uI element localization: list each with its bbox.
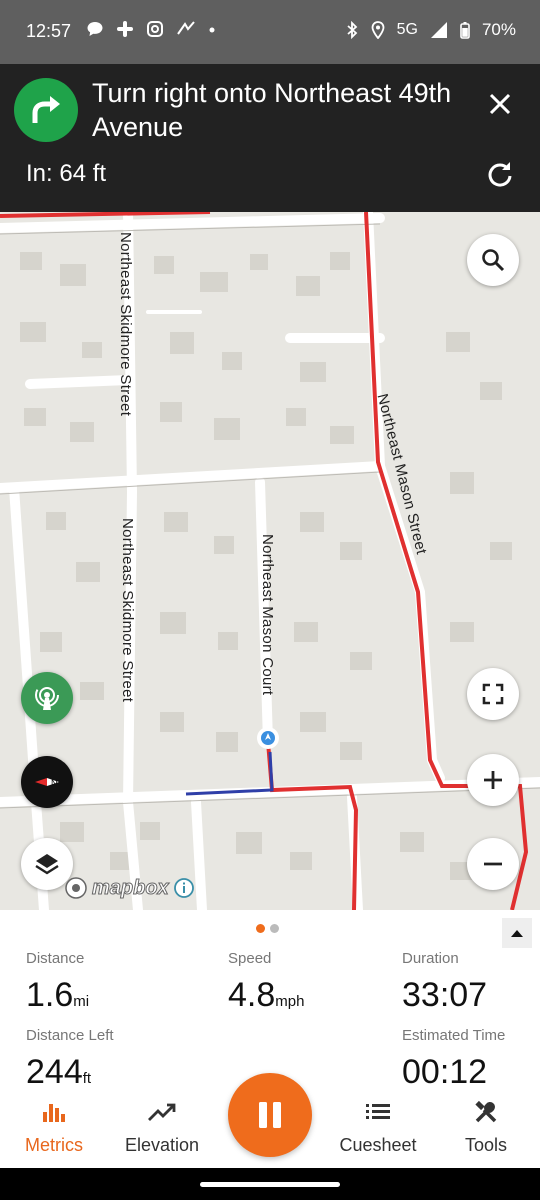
distance-to-turn: In: 64 ft [26,160,107,187]
turn-instruction: Turn right onto Northeast 49th Avenue [92,78,452,142]
plus-icon [484,771,502,789]
system-icons: 5G 70% [345,20,516,40]
notification-icons [86,20,216,38]
distance-value-row: 1.6mi [26,976,89,1015]
status-time: 12:57 [26,21,72,41]
reroute-refresh-button[interactable] [486,160,514,188]
chat-bubble-icon [87,22,103,36]
distance-unit: mi [73,993,90,1010]
compass-icon: N [35,778,59,788]
caret-up-icon [511,930,523,937]
signal-icon [430,22,447,38]
street-label-skidmore-bottom: Northeast Skidmore Street [119,518,136,703]
instagram-icon [147,21,163,37]
tab-tools[interactable]: Tools [436,1100,536,1156]
dot-icon [209,27,215,33]
speed-unit: mph [275,993,305,1010]
tab-elevation[interactable]: Elevation [112,1100,212,1156]
distance-left-value-row: 244ft [26,1053,91,1092]
page-indicator [256,924,279,933]
network-type: 5G [396,21,418,38]
pause-icon [259,1102,281,1128]
tab-elevation-label: Elevation [124,1135,200,1155]
duration-value: 33:07 [402,976,488,1014]
turn-right-arrow-icon [32,96,60,123]
trending-up-icon [148,1103,176,1121]
distance-label: Distance [26,950,85,967]
tab-cuesheet[interactable]: Cuesheet [328,1100,428,1156]
distance-value: 1.6 [26,976,74,1014]
pause-recording-button[interactable] [228,1073,312,1157]
distance-left-value: 244 [26,1053,83,1091]
slack-icon [117,21,133,37]
search-icon [482,249,505,272]
map-search-button[interactable] [467,234,519,286]
location-icon [371,21,385,39]
tab-metrics-label: Metrics [25,1135,83,1155]
close-navigation-button[interactable] [484,88,516,120]
bluetooth-icon [347,21,357,39]
page-dot [270,924,279,933]
estimated-time-label: Estimated Time [402,1027,506,1044]
tools-icon [475,1100,497,1123]
page-dot-active [256,924,265,933]
street-label-mason-court: Northeast Mason Court [259,534,276,696]
strava-icon [177,21,195,35]
compass-button[interactable]: N [21,756,73,808]
home-gesture-handle[interactable] [200,1182,340,1187]
speed-value: 4.8 [228,976,276,1014]
zoom-in-button[interactable] [467,754,519,806]
mapbox-wordmark: mapbox [92,876,170,899]
bar-chart-icon [43,1104,65,1122]
duration-label: Duration [402,950,459,967]
mapbox-logo-icon [65,877,87,899]
list-icon [366,1104,390,1119]
turn-indicator [14,78,78,142]
distance-left-label: Distance Left [26,1027,114,1044]
tab-cuesheet-label: Cuesheet [339,1135,417,1155]
speed-value-row: 4.8mph [228,976,304,1015]
tab-tools-label: Tools [464,1135,508,1155]
speed-label: Speed [228,950,272,967]
battery-icon [460,22,470,39]
svg-text:N: N [51,778,58,788]
collapse-panel-button[interactable] [502,918,532,948]
distance-left-unit: ft [82,1070,92,1087]
map-view[interactable]: Northeast Skidmore Street Northeast Skid… [0,212,540,910]
mapbox-attribution[interactable]: mapbox [64,876,195,900]
info-icon[interactable] [173,877,195,899]
zoom-out-button[interactable] [467,838,519,890]
layers-icon [35,854,59,875]
estimated-time-value: 00:12 [402,1053,488,1091]
system-gesture-bar [0,1168,540,1200]
minus-icon [484,862,502,866]
live-tracking-button[interactable] [21,672,73,724]
broadcast-icon [35,684,59,710]
navigation-banner: Turn right onto Northeast 49th Avenue In… [0,64,540,212]
battery-level: 70% [481,20,516,39]
status-bar: 12:57 5G 70% [0,0,540,64]
street-label-skidmore-top: Northeast Skidmore Street [117,232,134,417]
tab-metrics[interactable]: Metrics [4,1100,104,1156]
fullscreen-button[interactable] [467,668,519,720]
fullscreen-icon [482,683,504,705]
